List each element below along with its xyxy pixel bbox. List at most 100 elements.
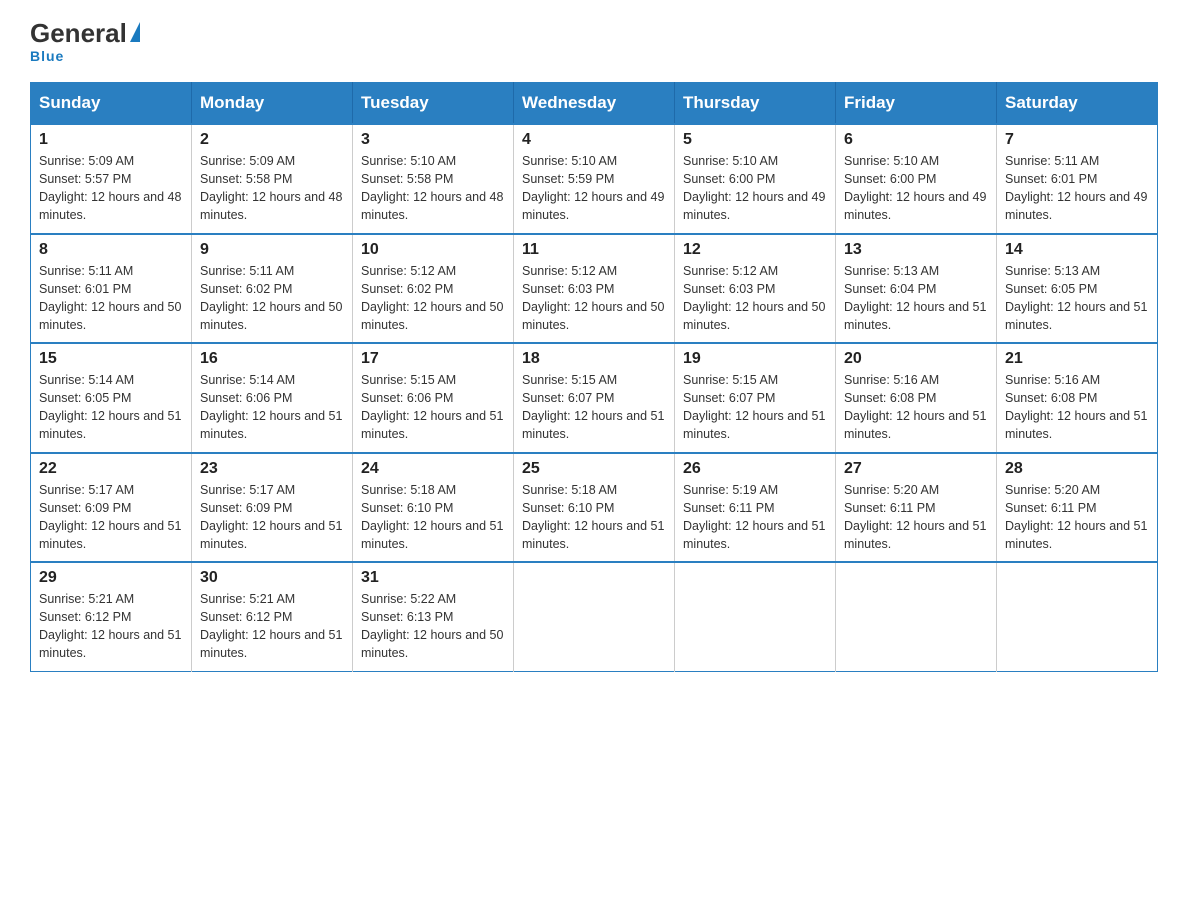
calendar-day-cell: 23 Sunrise: 5:17 AMSunset: 6:09 PMDaylig… xyxy=(192,453,353,563)
day-info: Sunrise: 5:12 AMSunset: 6:02 PMDaylight:… xyxy=(361,262,505,335)
day-number: 22 xyxy=(39,460,183,478)
day-info: Sunrise: 5:16 AMSunset: 6:08 PMDaylight:… xyxy=(1005,371,1149,444)
day-info: Sunrise: 5:18 AMSunset: 6:10 PMDaylight:… xyxy=(522,481,666,554)
calendar-week-1: 1 Sunrise: 5:09 AMSunset: 5:57 PMDayligh… xyxy=(31,124,1158,234)
day-number: 26 xyxy=(683,460,827,478)
calendar-day-cell: 2 Sunrise: 5:09 AMSunset: 5:58 PMDayligh… xyxy=(192,124,353,234)
calendar-day-cell: 16 Sunrise: 5:14 AMSunset: 6:06 PMDaylig… xyxy=(192,343,353,453)
calendar-table: SundayMondayTuesdayWednesdayThursdayFrid… xyxy=(30,82,1158,672)
logo: General Blue xyxy=(30,20,142,64)
calendar-day-cell: 9 Sunrise: 5:11 AMSunset: 6:02 PMDayligh… xyxy=(192,234,353,344)
day-info: Sunrise: 5:20 AMSunset: 6:11 PMDaylight:… xyxy=(844,481,988,554)
day-info: Sunrise: 5:10 AMSunset: 5:58 PMDaylight:… xyxy=(361,152,505,225)
calendar-day-cell: 14 Sunrise: 5:13 AMSunset: 6:05 PMDaylig… xyxy=(997,234,1158,344)
calendar-day-cell: 6 Sunrise: 5:10 AMSunset: 6:00 PMDayligh… xyxy=(836,124,997,234)
day-info: Sunrise: 5:21 AMSunset: 6:12 PMDaylight:… xyxy=(39,590,183,663)
calendar-day-cell xyxy=(997,562,1158,671)
logo-general-text: General xyxy=(30,20,127,46)
day-number: 20 xyxy=(844,350,988,368)
calendar-day-cell: 10 Sunrise: 5:12 AMSunset: 6:02 PMDaylig… xyxy=(353,234,514,344)
calendar-day-cell: 3 Sunrise: 5:10 AMSunset: 5:58 PMDayligh… xyxy=(353,124,514,234)
calendar-day-cell: 15 Sunrise: 5:14 AMSunset: 6:05 PMDaylig… xyxy=(31,343,192,453)
day-info: Sunrise: 5:17 AMSunset: 6:09 PMDaylight:… xyxy=(39,481,183,554)
day-info: Sunrise: 5:14 AMSunset: 6:05 PMDaylight:… xyxy=(39,371,183,444)
weekday-header-monday: Monday xyxy=(192,83,353,125)
day-info: Sunrise: 5:11 AMSunset: 6:01 PMDaylight:… xyxy=(39,262,183,335)
day-info: Sunrise: 5:20 AMSunset: 6:11 PMDaylight:… xyxy=(1005,481,1149,554)
calendar-day-cell: 8 Sunrise: 5:11 AMSunset: 6:01 PMDayligh… xyxy=(31,234,192,344)
logo-blue-text: Blue xyxy=(30,48,64,64)
logo-wordmark: General xyxy=(30,20,142,46)
day-number: 18 xyxy=(522,350,666,368)
calendar-day-cell: 11 Sunrise: 5:12 AMSunset: 6:03 PMDaylig… xyxy=(514,234,675,344)
day-number: 19 xyxy=(683,350,827,368)
calendar-week-2: 8 Sunrise: 5:11 AMSunset: 6:01 PMDayligh… xyxy=(31,234,1158,344)
calendar-day-cell: 27 Sunrise: 5:20 AMSunset: 6:11 PMDaylig… xyxy=(836,453,997,563)
calendar-day-cell: 22 Sunrise: 5:17 AMSunset: 6:09 PMDaylig… xyxy=(31,453,192,563)
day-number: 13 xyxy=(844,241,988,259)
day-number: 23 xyxy=(200,460,344,478)
day-number: 17 xyxy=(361,350,505,368)
day-number: 10 xyxy=(361,241,505,259)
day-number: 29 xyxy=(39,569,183,587)
day-number: 25 xyxy=(522,460,666,478)
calendar-day-cell xyxy=(514,562,675,671)
calendar-day-cell: 20 Sunrise: 5:16 AMSunset: 6:08 PMDaylig… xyxy=(836,343,997,453)
calendar-day-cell: 12 Sunrise: 5:12 AMSunset: 6:03 PMDaylig… xyxy=(675,234,836,344)
day-number: 15 xyxy=(39,350,183,368)
day-number: 9 xyxy=(200,241,344,259)
day-info: Sunrise: 5:17 AMSunset: 6:09 PMDaylight:… xyxy=(200,481,344,554)
calendar-day-cell: 30 Sunrise: 5:21 AMSunset: 6:12 PMDaylig… xyxy=(192,562,353,671)
logo-triangle-icon xyxy=(130,22,140,42)
day-info: Sunrise: 5:09 AMSunset: 5:57 PMDaylight:… xyxy=(39,152,183,225)
calendar-day-cell: 18 Sunrise: 5:15 AMSunset: 6:07 PMDaylig… xyxy=(514,343,675,453)
day-number: 5 xyxy=(683,131,827,149)
weekday-header-saturday: Saturday xyxy=(997,83,1158,125)
day-info: Sunrise: 5:12 AMSunset: 6:03 PMDaylight:… xyxy=(683,262,827,335)
calendar-week-5: 29 Sunrise: 5:21 AMSunset: 6:12 PMDaylig… xyxy=(31,562,1158,671)
calendar-day-cell: 13 Sunrise: 5:13 AMSunset: 6:04 PMDaylig… xyxy=(836,234,997,344)
day-info: Sunrise: 5:09 AMSunset: 5:58 PMDaylight:… xyxy=(200,152,344,225)
calendar-day-cell: 31 Sunrise: 5:22 AMSunset: 6:13 PMDaylig… xyxy=(353,562,514,671)
day-number: 2 xyxy=(200,131,344,149)
day-number: 3 xyxy=(361,131,505,149)
calendar-day-cell: 17 Sunrise: 5:15 AMSunset: 6:06 PMDaylig… xyxy=(353,343,514,453)
day-info: Sunrise: 5:10 AMSunset: 6:00 PMDaylight:… xyxy=(683,152,827,225)
day-info: Sunrise: 5:13 AMSunset: 6:05 PMDaylight:… xyxy=(1005,262,1149,335)
day-number: 21 xyxy=(1005,350,1149,368)
day-info: Sunrise: 5:21 AMSunset: 6:12 PMDaylight:… xyxy=(200,590,344,663)
day-info: Sunrise: 5:22 AMSunset: 6:13 PMDaylight:… xyxy=(361,590,505,663)
weekday-header-wednesday: Wednesday xyxy=(514,83,675,125)
day-info: Sunrise: 5:14 AMSunset: 6:06 PMDaylight:… xyxy=(200,371,344,444)
calendar-day-cell: 1 Sunrise: 5:09 AMSunset: 5:57 PMDayligh… xyxy=(31,124,192,234)
calendar-day-cell xyxy=(836,562,997,671)
day-number: 8 xyxy=(39,241,183,259)
day-info: Sunrise: 5:16 AMSunset: 6:08 PMDaylight:… xyxy=(844,371,988,444)
day-number: 16 xyxy=(200,350,344,368)
day-info: Sunrise: 5:11 AMSunset: 6:01 PMDaylight:… xyxy=(1005,152,1149,225)
day-number: 11 xyxy=(522,241,666,259)
weekday-header-thursday: Thursday xyxy=(675,83,836,125)
calendar-week-3: 15 Sunrise: 5:14 AMSunset: 6:05 PMDaylig… xyxy=(31,343,1158,453)
day-info: Sunrise: 5:15 AMSunset: 6:07 PMDaylight:… xyxy=(522,371,666,444)
page-header: General Blue xyxy=(30,20,1158,64)
day-number: 12 xyxy=(683,241,827,259)
day-info: Sunrise: 5:10 AMSunset: 6:00 PMDaylight:… xyxy=(844,152,988,225)
day-info: Sunrise: 5:11 AMSunset: 6:02 PMDaylight:… xyxy=(200,262,344,335)
weekday-header-friday: Friday xyxy=(836,83,997,125)
day-number: 7 xyxy=(1005,131,1149,149)
calendar-day-cell: 29 Sunrise: 5:21 AMSunset: 6:12 PMDaylig… xyxy=(31,562,192,671)
day-info: Sunrise: 5:15 AMSunset: 6:07 PMDaylight:… xyxy=(683,371,827,444)
calendar-day-cell: 5 Sunrise: 5:10 AMSunset: 6:00 PMDayligh… xyxy=(675,124,836,234)
calendar-day-cell: 24 Sunrise: 5:18 AMSunset: 6:10 PMDaylig… xyxy=(353,453,514,563)
day-number: 31 xyxy=(361,569,505,587)
weekday-header-sunday: Sunday xyxy=(31,83,192,125)
day-number: 14 xyxy=(1005,241,1149,259)
calendar-day-cell xyxy=(675,562,836,671)
day-number: 24 xyxy=(361,460,505,478)
day-info: Sunrise: 5:19 AMSunset: 6:11 PMDaylight:… xyxy=(683,481,827,554)
calendar-day-cell: 21 Sunrise: 5:16 AMSunset: 6:08 PMDaylig… xyxy=(997,343,1158,453)
day-info: Sunrise: 5:18 AMSunset: 6:10 PMDaylight:… xyxy=(361,481,505,554)
calendar-day-cell: 26 Sunrise: 5:19 AMSunset: 6:11 PMDaylig… xyxy=(675,453,836,563)
calendar-day-cell: 28 Sunrise: 5:20 AMSunset: 6:11 PMDaylig… xyxy=(997,453,1158,563)
